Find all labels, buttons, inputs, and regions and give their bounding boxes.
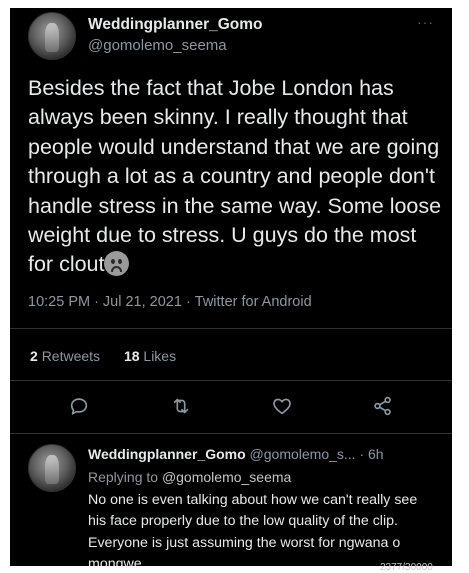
- tweet-screenshot: Weddingplanner_Gomo @gomolemo_seema · · · …: [10, 8, 452, 566]
- tweet-body: Besides the fact that Jobe London has al…: [28, 76, 442, 277]
- likes-label: Likes: [143, 348, 177, 364]
- reply-icon[interactable]: [68, 395, 90, 417]
- reply-handle[interactable]: @gomolemo_s...: [250, 446, 356, 462]
- divider: [10, 380, 452, 381]
- reply-text: No one is even talking about how we can'…: [88, 492, 418, 566]
- frowning-face-emoji-icon: [104, 251, 130, 277]
- likes-stat[interactable]: 18 Likes: [124, 348, 176, 364]
- retweets-count: 2: [30, 348, 38, 364]
- reply-avatar[interactable]: [28, 444, 76, 492]
- separator: ·: [94, 294, 99, 310]
- likes-count: 18: [123, 348, 140, 364]
- reply-header: Weddingplanner_Gomo @gomolemo_s... · 6h: [88, 446, 384, 462]
- separator: ·: [185, 294, 191, 310]
- replying-prefix: Replying to: [88, 469, 159, 485]
- retweets-stat[interactable]: 2 Retweets: [30, 348, 100, 364]
- tweet-meta: 10:25 PM · Jul 21, 2021 · Twitter for Androi…: [28, 294, 312, 310]
- user-handle[interactable]: @gomolemo_seema: [88, 37, 227, 54]
- divider: [10, 433, 452, 434]
- tweet-time[interactable]: 10:25 PM: [28, 294, 90, 310]
- tweet-source[interactable]: Twitter for Android: [195, 294, 312, 310]
- replying-to-link[interactable]: @gomolemo_seema: [162, 469, 291, 485]
- display-name[interactable]: Weddingplanner_Gomo: [88, 16, 263, 34]
- share-icon[interactable]: [372, 395, 394, 417]
- more-dots-icon[interactable]: ···: [417, 14, 434, 30]
- like-icon[interactable]: [271, 395, 293, 417]
- reply-time: · 6h: [359, 446, 384, 462]
- avatar[interactable]: [28, 12, 76, 60]
- reply-display-name[interactable]: Weddingplanner_Gomo: [88, 446, 246, 462]
- watermark: 2377/30000: [380, 562, 433, 573]
- retweet-icon[interactable]: [170, 395, 192, 417]
- engagement-stats: 2 Retweets 18 Likes: [30, 348, 196, 364]
- replying-to: Replying to @gomolemo_seema: [88, 469, 291, 485]
- tweet-text: Besides the fact that Jobe London has al…: [28, 74, 444, 280]
- retweets-label: Retweets: [41, 348, 101, 364]
- divider: [10, 328, 452, 329]
- tweet-date[interactable]: Jul 21, 2021: [103, 294, 182, 310]
